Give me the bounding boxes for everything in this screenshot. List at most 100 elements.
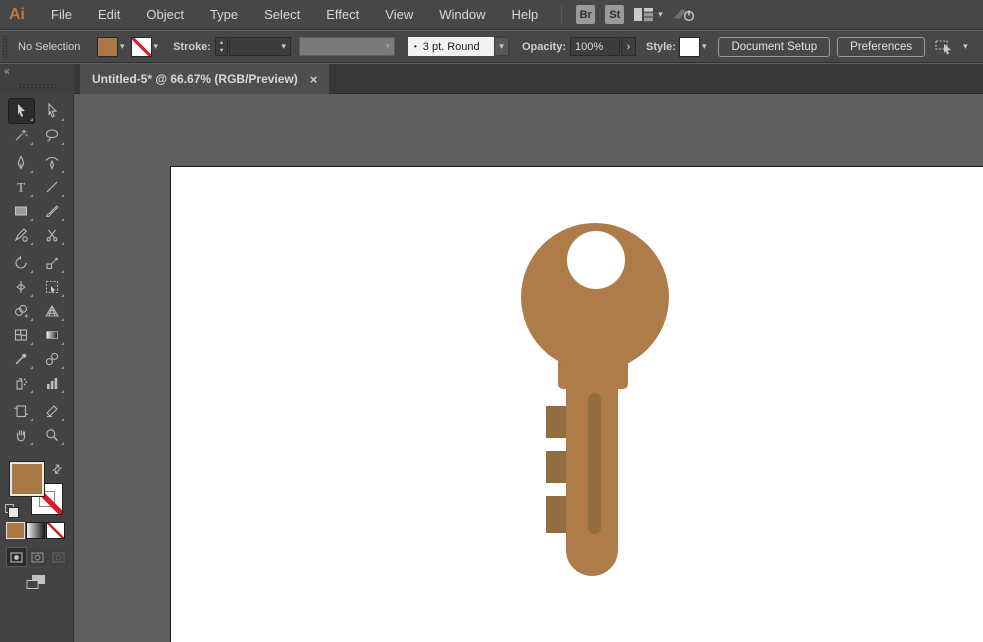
arrow-right-icon: › [627,41,631,53]
canvas[interactable] [74,94,983,642]
eyedropper-tool[interactable] [9,347,34,371]
document-title: Untitled-5* @ 66.67% (RGB/Preview) [92,72,298,86]
rotate-tool[interactable] [9,251,34,275]
perspective-grid-icon [44,303,60,319]
close-tab-icon[interactable]: × [310,72,318,87]
color-button[interactable] [7,523,24,538]
fill-color-swatch [98,38,117,56]
brush-bullet: • [414,42,417,51]
stock-button[interactable]: St [605,5,624,24]
menu-type[interactable]: Type [197,7,251,22]
type-tool[interactable]: T [9,175,34,199]
shaper-tool[interactable] [9,223,34,247]
tools-grid: T [0,94,73,447]
rectangle-tool[interactable] [9,199,34,223]
curvature-icon [44,155,60,171]
gpu-performance-icon[interactable] [673,6,697,23]
document-tab[interactable]: Untitled-5* @ 66.67% (RGB/Preview) × [80,64,329,94]
panel-grip[interactable] [2,35,8,59]
document-setup-button[interactable]: Document Setup [718,37,830,57]
magic-wand-icon [13,127,29,143]
hand-tool[interactable] [9,423,34,447]
illustrator-window: Ai FileEditObjectTypeSelectEffectViewWin… [0,0,983,642]
draw-normal-button[interactable] [7,548,26,566]
chevron-down-icon: ▾ [154,42,159,51]
hand-icon [13,427,29,443]
artboard-tool[interactable] [9,399,34,423]
slice-icon [44,403,60,419]
stroke-color-dropdown[interactable]: ▾ [132,38,159,56]
gradient-tool[interactable] [40,323,65,347]
default-fill-stroke-icon[interactable] [5,504,19,518]
select-similar-icon [935,38,957,55]
menu-edit[interactable]: Edit [85,7,133,22]
column-graph-tool[interactable] [40,371,65,395]
screen-mode-button[interactable] [25,574,47,596]
menu-window[interactable]: Window [426,7,498,22]
fill-color-dropdown[interactable]: ▾ [98,38,125,56]
panel-grip[interactable] [18,83,56,90]
artboard[interactable] [170,166,983,642]
select-similar-dropdown[interactable]: ▾ [935,38,968,55]
key-artwork[interactable] [521,223,701,623]
stroke-label: Stroke: [173,41,211,53]
free-transform-tool[interactable] [40,275,65,299]
brush-value: 3 pt. Round [423,41,480,53]
symbol-sprayer-icon [13,375,29,391]
key-groove [588,393,601,534]
gradient-button[interactable] [27,523,44,538]
preferences-button[interactable]: Preferences [837,37,925,57]
divider [561,6,562,24]
brush-definition-dropdown[interactable]: • 3 pt. Round ▾ [408,37,509,56]
stepper-up-icon: ▴ [220,39,223,46]
tool-panel-header: « [0,64,74,94]
blend-tool[interactable] [40,347,65,371]
column-graph-icon [44,375,60,391]
slice-tool[interactable] [40,399,65,423]
collapse-panel-icon[interactable]: « [4,66,10,77]
width-tool[interactable] [9,275,34,299]
none-slash [47,523,64,538]
symbol-sprayer-tool[interactable] [9,371,34,395]
mesh-tool[interactable] [9,323,34,347]
menu-file[interactable]: File [38,7,85,22]
arrange-documents-button[interactable]: ▾ [634,8,663,22]
magic-wand-tool[interactable] [9,123,34,147]
lasso-tool[interactable] [40,123,65,147]
stroke-weight-stepper[interactable]: ▴ ▾ [215,37,228,56]
shape-builder-tool[interactable] [9,299,34,323]
menu-select[interactable]: Select [251,7,313,22]
style-dropdown[interactable]: ▾ [680,38,707,56]
menu-view[interactable]: View [372,7,426,22]
bridge-button[interactable]: Br [576,5,595,24]
chevron-down-icon: ▾ [120,42,125,51]
mini-fill [9,508,18,517]
direct-selection-tool[interactable] [40,99,65,123]
none-button[interactable] [47,523,64,538]
direct-selection-icon [44,103,60,119]
opacity-input[interactable]: 100% [570,37,620,56]
pen-tool[interactable] [9,151,34,175]
chevron-down-icon: ▾ [281,42,286,51]
draw-behind-button[interactable] [28,548,47,566]
scissors-tool[interactable] [40,223,65,247]
menu-help[interactable]: Help [498,7,551,22]
perspective-grid-tool[interactable] [40,299,65,323]
scale-tool[interactable] [40,251,65,275]
menubar-right: Br St ▾ [557,5,697,24]
opacity-options-button[interactable]: › [621,37,636,56]
zoom-tool[interactable] [40,423,65,447]
shape-builder-icon [13,303,29,319]
stroke-weight-dropdown[interactable]: ▾ [229,37,291,56]
chevron-down-icon: ▾ [494,37,509,56]
menu-object[interactable]: Object [133,7,197,22]
menu-effect[interactable]: Effect [313,7,372,22]
selection-tool[interactable] [9,99,34,123]
menu-bar: Ai FileEditObjectTypeSelectEffectViewWin… [0,0,983,30]
swap-fill-stroke-icon[interactable]: ⇄ [49,460,66,477]
fill-indicator-swatch[interactable] [10,462,44,496]
paintbrush-tool[interactable] [40,199,65,223]
line-segment-tool[interactable] [40,175,65,199]
menus: FileEditObjectTypeSelectEffectViewWindow… [38,7,551,22]
curvature-tool[interactable] [40,151,65,175]
